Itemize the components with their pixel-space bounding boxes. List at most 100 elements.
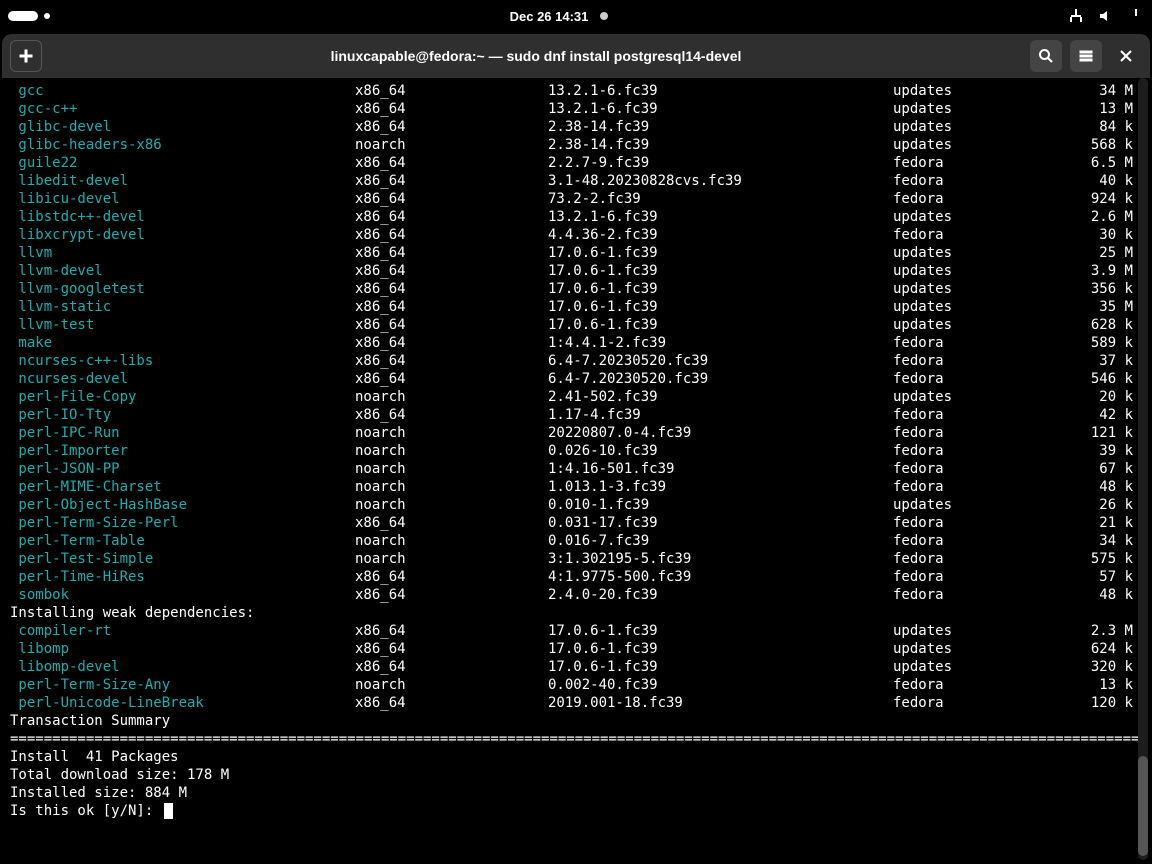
package-name: libomp-devel [10,658,355,676]
confirm-prompt[interactable]: Is this ok [y/N]: [10,802,1142,820]
search-button[interactable] [1030,40,1062,72]
package-row: ncurses-develx86_646.4-7.20230520.fc39fe… [10,370,1142,388]
package-arch: x86_64 [355,334,548,352]
package-version: 13.2.1-6.fc39 [548,82,893,100]
package-version: 4:1.9775-500.fc39 [548,568,893,586]
package-arch: x86_64 [355,100,548,118]
new-tab-button[interactable] [10,40,42,72]
package-version: 17.0.6-1.fc39 [548,640,893,658]
package-row: libedit-develx86_643.1-48.20230828cvs.fc… [10,172,1142,190]
package-repo: fedora [893,190,1048,208]
package-version: 73.2-2.fc39 [548,190,893,208]
package-version: 2.2.7-9.fc39 [548,154,893,172]
package-repo: fedora [893,442,1048,460]
package-version: 2.4.0-20.fc39 [548,586,893,604]
package-repo: fedora [893,460,1048,478]
package-arch: x86_64 [355,244,548,262]
package-name: perl-IPC-Run [10,424,355,442]
clock-area[interactable]: Dec 26 14:31 [510,9,609,24]
package-row: libstdc++-develx86_6413.2.1-6.fc39update… [10,208,1142,226]
package-repo: updates [893,208,1048,226]
package-size: 48 k [1048,586,1133,604]
package-size: 6.5 M [1048,154,1133,172]
package-version: 17.0.6-1.fc39 [548,244,893,262]
package-size: 13 k [1048,676,1133,694]
package-row: perl-IPC-Runnoarch20220807.0-4.fc39fedor… [10,424,1142,442]
package-name: perl-JSON-PP [10,460,355,478]
package-name: llvm-test [10,316,355,334]
package-arch: x86_64 [355,280,548,298]
package-repo: updates [893,658,1048,676]
package-size: 2.6 M [1048,208,1133,226]
package-repo: fedora [893,676,1048,694]
package-row: llvm-staticx86_6417.0.6-1.fc39updates35 … [10,298,1142,316]
close-button[interactable] [1110,40,1142,72]
package-version: 17.0.6-1.fc39 [548,280,893,298]
package-name: perl-IO-Tty [10,406,355,424]
package-arch: x86_64 [355,514,548,532]
package-arch: noarch [355,442,548,460]
hamburger-icon [1078,48,1094,64]
package-row: glibc-develx86_642.38-14.fc39updates84 k [10,118,1142,136]
package-row: guile22x86_642.2.7-9.fc39fedora6.5 M [10,154,1142,172]
package-arch: noarch [355,424,548,442]
package-version: 2.38-14.fc39 [548,118,893,136]
package-row: perl-Term-Tablenoarch0.016-7.fc39fedora3… [10,532,1142,550]
package-version: 6.4-7.20230520.fc39 [548,352,893,370]
package-size: 57 k [1048,568,1133,586]
package-version: 0.031-17.fc39 [548,514,893,532]
package-repo: fedora [893,226,1048,244]
package-arch: noarch [355,676,548,694]
package-row: perl-Term-Size-Anynoarch0.002-40.fc39fed… [10,676,1142,694]
package-repo: fedora [893,352,1048,370]
package-row: llvm-develx86_6417.0.6-1.fc39updates3.9 … [10,262,1142,280]
workspace-dot-icon [44,13,50,19]
package-repo: fedora [893,478,1048,496]
package-repo: updates [893,622,1048,640]
package-version: 17.0.6-1.fc39 [548,262,893,280]
cursor-icon [164,803,173,819]
package-arch: x86_64 [355,172,548,190]
package-repo: fedora [893,172,1048,190]
package-row: libicu-develx86_6473.2-2.fc39fedora924 k [10,190,1142,208]
system-tray[interactable] [1068,8,1144,24]
scrollbar[interactable] [1138,78,1148,860]
package-arch: noarch [355,550,548,568]
package-version: 17.0.6-1.fc39 [548,316,893,334]
package-repo: fedora [893,586,1048,604]
package-arch: x86_64 [355,262,548,280]
package-name: libedit-devel [10,172,355,190]
scrollbar-thumb[interactable] [1138,756,1148,856]
package-size: 34 k [1048,532,1133,550]
package-repo: updates [893,118,1048,136]
package-arch: x86_64 [355,694,548,712]
package-version: 1:4.16-501.fc39 [548,460,893,478]
package-size: 26 k [1048,496,1133,514]
weak-deps-header: Installing weak dependencies: [10,604,1142,622]
package-size: 2.3 M [1048,622,1133,640]
power-icon [1128,8,1144,24]
package-arch: x86_64 [355,118,548,136]
package-row: libompx86_6417.0.6-1.fc39updates624 k [10,640,1142,658]
terminal-viewport[interactable]: gccx86_6413.2.1-6.fc39updates34 M gcc-c+… [2,78,1150,864]
package-size: 575 k [1048,550,1133,568]
package-repo: updates [893,100,1048,118]
package-version: 0.016-7.fc39 [548,532,893,550]
package-size: 48 k [1048,478,1133,496]
activities-corner[interactable] [8,11,50,21]
package-size: 568 k [1048,136,1133,154]
search-icon [1038,48,1054,64]
package-name: perl-MIME-Charset [10,478,355,496]
package-row: libxcrypt-develx86_644.4.36-2.fc39fedora… [10,226,1142,244]
package-size: 42 k [1048,406,1133,424]
package-name: guile22 [10,154,355,172]
package-name: sombok [10,586,355,604]
package-version: 17.0.6-1.fc39 [548,658,893,676]
package-arch: x86_64 [355,298,548,316]
plus-icon [18,48,34,64]
package-name: ncurses-devel [10,370,355,388]
package-size: 67 k [1048,460,1133,478]
package-version: 17.0.6-1.fc39 [548,622,893,640]
package-name: gcc [10,82,355,100]
menu-button[interactable] [1070,40,1102,72]
